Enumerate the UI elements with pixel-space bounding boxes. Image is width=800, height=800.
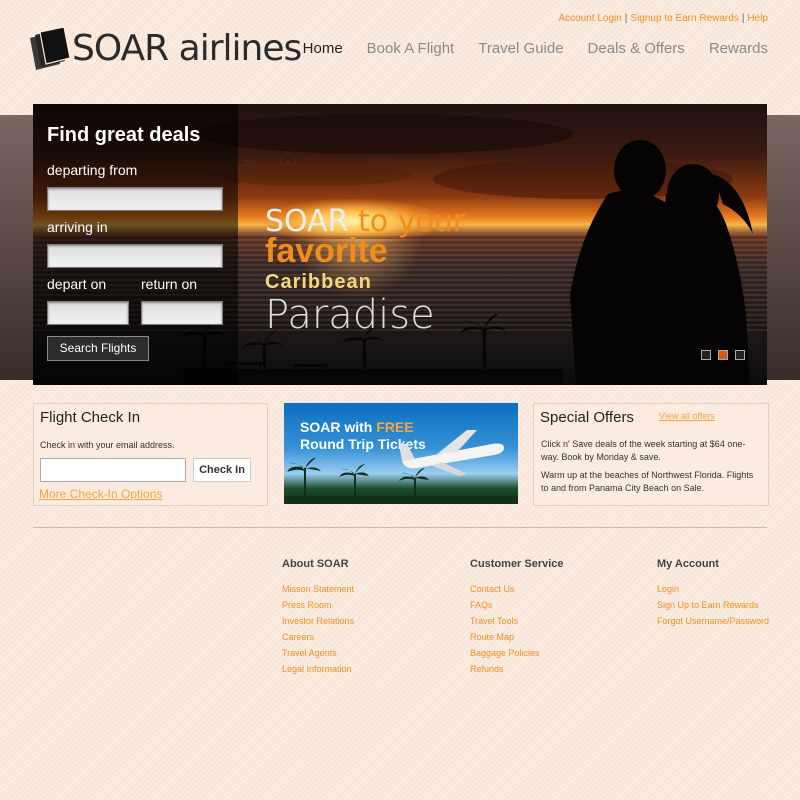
footer-link[interactable]: Baggage Policies bbox=[470, 648, 564, 658]
offer-text: Click n' Save deals of the week starting… bbox=[541, 439, 746, 462]
flight-check-in-card: Flight Check In Check in with your email… bbox=[33, 403, 268, 506]
footer-my-account: My Account Login Sign Up to Earn Rewards… bbox=[657, 558, 769, 632]
footer-link[interactable]: Sign Up to Earn Rewards bbox=[657, 600, 769, 610]
footer-link[interactable]: Investor Relations bbox=[282, 616, 354, 626]
hero-band-edge bbox=[0, 115, 34, 380]
slide-dot[interactable] bbox=[735, 350, 745, 360]
hero-banner: ⌒ ⌒ ⌒ Find great deals departing from ar… bbox=[33, 104, 767, 385]
search-flights-button[interactable]: Search Flights bbox=[47, 336, 149, 361]
check-in-description: Check in with your email address. bbox=[40, 440, 175, 450]
slide-dot[interactable] bbox=[701, 350, 711, 360]
view-all-offers-link[interactable]: View all offers bbox=[659, 411, 715, 421]
footer-link[interactable]: Contact Us bbox=[470, 584, 564, 594]
palm-trees-illustration bbox=[284, 458, 518, 504]
special-offers-title: Special Offers bbox=[540, 409, 634, 426]
nav-travel-guide[interactable]: Travel Guide bbox=[478, 40, 563, 57]
tagline-paradise: Paradise bbox=[265, 292, 435, 338]
nav-book-a-flight[interactable]: Book A Flight bbox=[367, 40, 455, 57]
footer-about: About SOAR Misson Statement Press Room I… bbox=[282, 558, 354, 680]
check-in-title: Flight Check In bbox=[40, 409, 141, 426]
footer-link[interactable]: Forgot Username/Password bbox=[657, 616, 769, 626]
footer-heading: My Account bbox=[657, 558, 719, 570]
cloud bbox=[213, 164, 413, 186]
email-field[interactable] bbox=[40, 458, 186, 482]
arriving-label: arriving in bbox=[47, 219, 108, 235]
footer-link[interactable]: Refunds bbox=[470, 664, 564, 674]
nav-rewards[interactable]: Rewards bbox=[709, 40, 768, 57]
tickets-logo-icon bbox=[30, 28, 71, 70]
footer-link[interactable]: Route Map bbox=[470, 632, 564, 642]
footer-link[interactable]: Travel Tools bbox=[470, 616, 564, 626]
logo-text: SOAR airlines bbox=[72, 28, 302, 69]
footer-link[interactable]: FAQs bbox=[470, 600, 564, 610]
more-check-in-options-link[interactable]: More Check-In Options bbox=[39, 487, 162, 501]
footer-customer-service: Customer Service Contact Us FAQs Travel … bbox=[470, 558, 564, 680]
footer-link[interactable]: Legal Information bbox=[282, 664, 354, 674]
special-offers-card: Special Offers View all offers Click n' … bbox=[533, 403, 769, 506]
search-panel-title: Find great deals bbox=[47, 124, 201, 146]
arriving-field[interactable] bbox=[47, 244, 223, 268]
check-in-button[interactable]: Check In bbox=[193, 458, 251, 482]
couple-silhouette bbox=[570, 140, 753, 385]
nav-home[interactable]: Home bbox=[303, 40, 343, 57]
footer-heading: About SOAR bbox=[282, 558, 349, 570]
departing-field[interactable] bbox=[47, 187, 223, 211]
footer-link[interactable]: Press Room bbox=[282, 600, 354, 610]
footer-link[interactable]: Travel Agents bbox=[282, 648, 354, 658]
utility-links: Account Login | Signup to Earn Rewards | Hel… bbox=[558, 13, 768, 24]
depart-date-field[interactable] bbox=[47, 301, 129, 325]
return-date-field[interactable] bbox=[141, 301, 223, 325]
promo-soar-with: SOAR with bbox=[300, 419, 377, 435]
flight-search-panel: Find great deals departing from arriving… bbox=[33, 104, 238, 385]
hero-band-edge bbox=[766, 115, 800, 380]
footer-heading: Customer Service bbox=[470, 558, 564, 570]
cloud bbox=[193, 114, 573, 154]
slide-dot-active[interactable] bbox=[718, 350, 728, 360]
footer-link[interactable]: Login bbox=[657, 584, 769, 594]
slide-indicators bbox=[701, 350, 745, 360]
tagline-favorite: favorite bbox=[265, 232, 388, 270]
signup-rewards-link[interactable]: Signup to Earn Rewards bbox=[630, 13, 738, 24]
free-tickets-promo[interactable]: SOAR with FREE Round Trip Tickets bbox=[284, 403, 518, 504]
divider bbox=[33, 527, 767, 528]
offer-text: Warm up at the beaches of Northwest Flor… bbox=[541, 470, 754, 493]
footer-link[interactable]: Misson Statement bbox=[282, 584, 354, 594]
footer-link[interactable]: Careers bbox=[282, 632, 354, 642]
departing-label: departing from bbox=[47, 162, 138, 178]
tagline-caribbean: Caribbean bbox=[265, 271, 372, 293]
help-link[interactable]: Help bbox=[747, 13, 768, 24]
logo[interactable]: SOAR airlines bbox=[26, 26, 302, 74]
nav-deals-offers[interactable]: Deals & Offers bbox=[588, 40, 685, 57]
return-on-label: return on bbox=[141, 276, 198, 292]
bird-icon: ⌒ bbox=[283, 160, 293, 171]
separator: | bbox=[624, 13, 628, 24]
depart-on-label: depart on bbox=[47, 276, 107, 292]
main-nav: Home Book A Flight Travel Guide Deals & … bbox=[303, 40, 768, 57]
separator: | bbox=[741, 13, 745, 24]
account-login-link[interactable]: Account Login bbox=[558, 13, 621, 24]
